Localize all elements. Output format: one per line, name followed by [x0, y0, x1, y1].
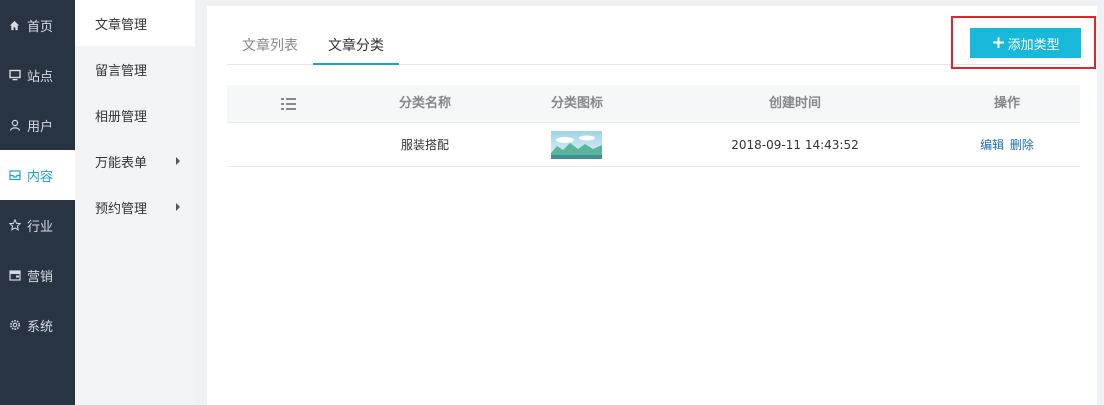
column-header-icon[interactable]: 分类图标: [527, 85, 627, 123]
list-icon: [277, 85, 299, 123]
delete-link[interactable]: 删除: [1010, 138, 1034, 152]
nav-item-marketing[interactable]: 营销: [0, 250, 75, 300]
submenu-item-messages[interactable]: 留言管理: [75, 46, 195, 92]
nav-label: 站点: [27, 69, 54, 85]
nav-label: 用户: [27, 119, 54, 135]
submenu-item-forms[interactable]: 万能表单: [75, 138, 195, 184]
user-icon: [8, 119, 21, 132]
nav-label: 营销: [27, 269, 54, 285]
category-table: 分类名称 分类图标 创建时间 操作 服装搭配 2018-09-11 14:43:…: [227, 85, 1080, 167]
submenu-item-bookings[interactable]: 预约管理: [75, 184, 195, 230]
category-icon-thumbnail: [551, 131, 602, 159]
nav-label: 首页: [27, 19, 54, 35]
wallet-icon: [8, 269, 21, 282]
gear-icon: [8, 319, 21, 332]
nav-item-system[interactable]: 系统: [0, 300, 75, 350]
nav-item-user[interactable]: 用户: [0, 100, 75, 150]
add-type-highlight: + 添加类型: [951, 16, 1096, 69]
edit-link[interactable]: 编辑: [980, 138, 1004, 152]
caret-right-icon: [176, 157, 180, 165]
actions-cell: 编辑 删除: [957, 123, 1057, 167]
monitor-icon: [8, 69, 21, 82]
created-time-cell: 2018-09-11 14:43:52: [731, 138, 859, 152]
tab-article-list[interactable]: 文章列表: [227, 30, 313, 65]
submenu-item-albums[interactable]: 相册管理: [75, 92, 195, 138]
submenu-label: 预约管理: [95, 201, 148, 217]
nav-item-home[interactable]: 首页: [0, 0, 75, 50]
nav-label: 内容: [27, 169, 54, 185]
table-row: 服装搭配 2018-09-11 14:43:52 编辑 删除: [227, 123, 1080, 167]
main-sidebar: 首页 站点 用户 内容 行业 营销 系统: [0, 0, 75, 405]
column-header-actions: 操作: [993, 96, 1020, 111]
home-icon: [8, 19, 21, 32]
nav-item-industry[interactable]: 行业: [0, 200, 75, 250]
add-type-button[interactable]: + 添加类型: [970, 28, 1081, 58]
submenu-item-articles[interactable]: 文章管理: [75, 0, 195, 46]
column-header-created[interactable]: 创建时间: [745, 85, 845, 123]
tab-article-category[interactable]: 文章分类: [313, 30, 399, 65]
nav-label: 系统: [27, 319, 54, 335]
main-panel: 文章列表 文章分类 + 添加类型 分类名称 分类图标 创建时间 操作 服装搭配 …: [207, 6, 1097, 405]
nav-item-site[interactable]: 站点: [0, 50, 75, 100]
submenu-label: 万能表单: [95, 155, 148, 171]
submenu-label: 留言管理: [95, 63, 148, 79]
column-header-name[interactable]: 分类名称: [375, 85, 475, 123]
table-header: 分类名称 分类图标 创建时间 操作: [227, 85, 1080, 123]
star-icon: [8, 219, 21, 232]
nav-item-content[interactable]: 内容: [0, 150, 75, 200]
plus-icon: +: [991, 32, 1006, 53]
caret-right-icon: [176, 203, 180, 211]
inbox-icon: [8, 169, 21, 182]
add-type-label: 添加类型: [1007, 37, 1060, 53]
tab-label: 文章分类: [328, 38, 384, 54]
tab-label: 文章列表: [242, 38, 298, 54]
submenu-label: 相册管理: [95, 109, 148, 125]
submenu-label: 文章管理: [95, 17, 148, 33]
nav-label: 行业: [27, 219, 54, 235]
category-name-cell: 服装搭配: [400, 138, 449, 152]
content-submenu: 文章管理 留言管理 相册管理 万能表单 预约管理: [75, 0, 195, 405]
